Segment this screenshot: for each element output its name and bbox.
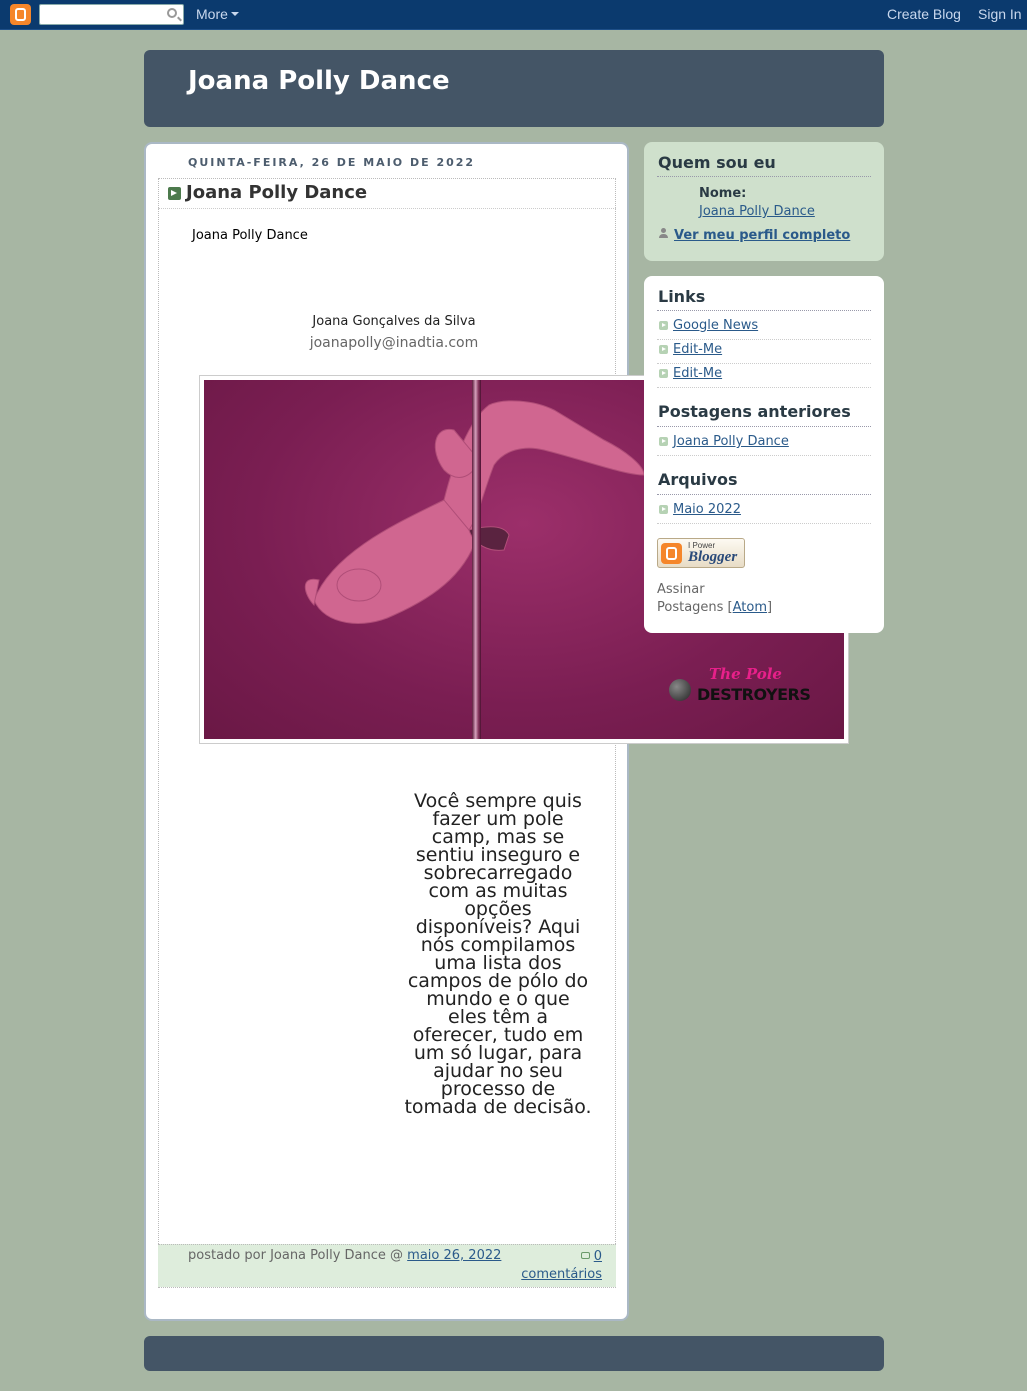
previous-post-link[interactable]: Joana Polly Dance [673,434,789,449]
post-byline: postado por Joana Polly Dance @ maio 26,… [188,1248,501,1263]
posted-by-text: postado por Joana Polly Dance @ [188,1248,404,1263]
bullet-arrow-icon [659,345,668,354]
profile-name-label: Nome: [699,186,747,201]
dance-pole [472,380,481,739]
link-item[interactable]: Edit-Me [657,340,871,364]
post-date-link[interactable]: maio 26, 2022 [407,1248,501,1263]
bullet-arrow-icon [659,321,668,330]
blogger-logo-icon[interactable] [10,4,31,25]
comments-link[interactable]: 0 comentários [521,1249,602,1282]
profile-widget: Quem sou eu Nome: Joana Polly Dance Ver … [644,142,884,261]
subscribe-posts-label: Postagens [ [657,600,733,615]
archives-heading: Arquivos [658,470,738,489]
post-body-title: Joana Polly Dance [192,228,308,243]
person-icon [659,228,668,239]
archive-item[interactable]: Maio 2022 [657,500,871,524]
create-blog-link[interactable]: Create Blog [887,6,961,22]
blogger-logo-icon [661,543,682,564]
profile-name-link[interactable]: Joana Polly Dance [699,204,815,219]
subscribe-label: Assinar [657,582,705,597]
post-text: Você sempre quis fazer um pole camp, mas… [404,790,592,1118]
previous-posts-heading: Postagens anteriores [658,402,851,421]
logo-line-2: DESTROYERS [697,685,811,704]
comments: 0 comentários [502,1248,602,1284]
link-item[interactable]: Google News [657,316,871,340]
atom-feed-link[interactable]: Atom [733,600,767,615]
navbar: More Create Blog Sign In [0,0,1027,30]
post-title: Joana Polly Dance [186,182,368,203]
divider [657,494,871,495]
divider [657,426,871,427]
divider [657,310,871,311]
bullet-arrow-icon [659,437,668,446]
author-email: joanapolly@inadtia.com [309,335,479,351]
search-icon[interactable] [167,8,177,18]
blog-title[interactable]: Joana Polly Dance [188,66,450,96]
link-edit-me[interactable]: Edit-Me [673,342,722,357]
logo-line-1: The Pole [709,665,782,683]
subscribe-close-bracket: ] [767,600,773,615]
links-widget: Links Google News Edit-Me Edit-Me Postag… [644,276,884,633]
more-label: More [196,6,228,22]
profile-heading: Quem sou eu [658,153,776,172]
blog-header: Joana Polly Dance [144,50,884,127]
wrecking-ball-icon [669,679,691,701]
sign-in-link[interactable]: Sign In [978,6,1022,22]
pole-destroyers-logo: The Pole DESTROYERS [659,655,811,715]
chevron-down-icon [230,12,239,16]
comment-icon [580,1252,590,1259]
full-profile-link[interactable]: Ver meu perfil completo [674,228,850,243]
links-heading: Links [658,287,706,306]
post-footer: postado por Joana Polly Dance @ maio 26,… [158,1244,616,1287]
archive-link-may-2022[interactable]: Maio 2022 [673,502,741,517]
link-edit-me[interactable]: Edit-Me [673,366,722,381]
post-title-row: Joana Polly Dance [158,178,616,209]
date-header: Quinta-feira, 26 de maio de 2022 [188,156,476,169]
arrow-right-icon [168,187,181,200]
divider [657,176,871,177]
author-name: Joana Gonçalves da Silva [312,314,476,329]
link-google-news[interactable]: Google News [673,318,758,333]
previous-post-item[interactable]: Joana Polly Dance [657,432,871,456]
page-footer [144,1336,884,1371]
more-menu-button[interactable]: More [196,6,239,22]
bullet-arrow-icon [659,505,668,514]
subscribe-block: Assinar Postagens [Atom] [657,581,772,617]
search-input[interactable] [39,4,184,25]
link-item[interactable]: Edit-Me [657,364,871,388]
bullet-arrow-icon [659,369,668,378]
powered-by-blogger-badge[interactable]: I Power Blogger [657,538,745,568]
badge-line-2: Blogger [688,549,738,565]
subscribe-posts: Postagens [Atom] [657,599,772,617]
